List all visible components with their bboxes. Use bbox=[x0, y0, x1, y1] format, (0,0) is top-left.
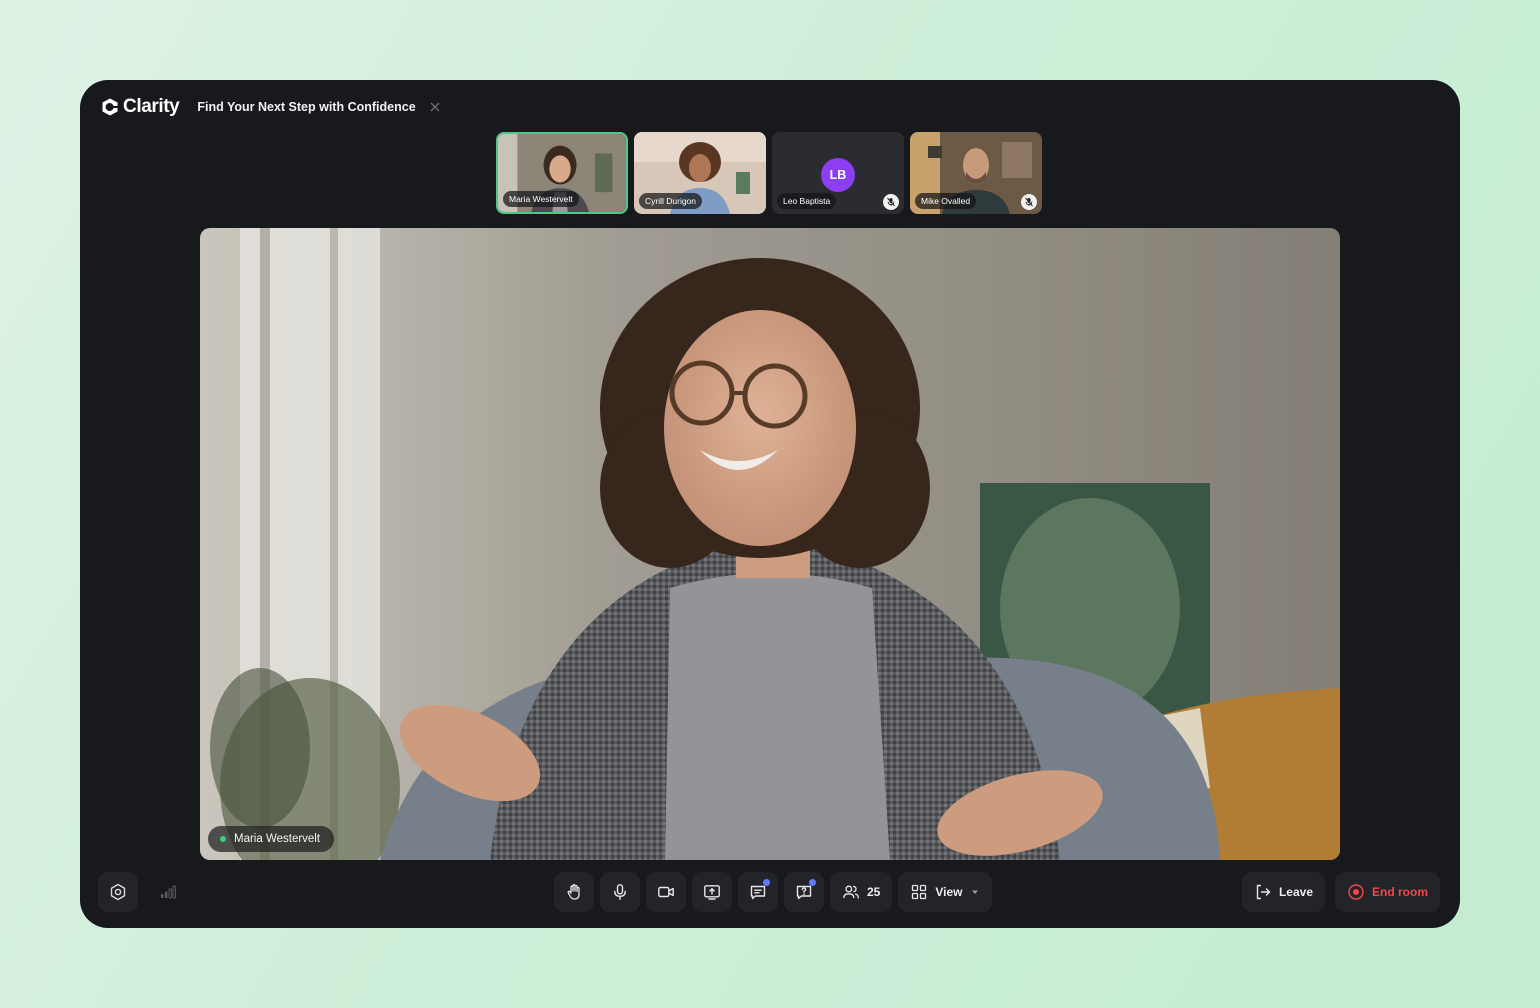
participant-tile-leo[interactable]: LB Leo Baptista bbox=[772, 132, 904, 214]
microphone-icon bbox=[614, 884, 626, 900]
call-toolbar: 25 View Leave End room bbox=[80, 872, 1460, 912]
meeting-window: Clarity Find Your Next Step with Confide… bbox=[80, 80, 1460, 928]
share-screen-button[interactable] bbox=[692, 872, 732, 912]
connection-quality-button[interactable] bbox=[148, 872, 188, 912]
end-room-button[interactable]: End room bbox=[1335, 872, 1440, 912]
participant-strip: Maria Westervelt Cyrill Durigon LB Leo B… bbox=[496, 132, 1042, 214]
participant-name: Cyrill Durigon bbox=[639, 193, 703, 209]
microphone-button[interactable] bbox=[600, 872, 640, 912]
speaker-name-tag: Maria Westervelt bbox=[208, 826, 335, 852]
chat-button[interactable] bbox=[738, 872, 778, 912]
settings-button[interactable] bbox=[98, 872, 138, 912]
participant-name: Leo Baptista bbox=[777, 193, 837, 209]
raise-hand-icon bbox=[567, 884, 580, 900]
share-screen-icon bbox=[704, 885, 720, 900]
speaking-indicator bbox=[220, 836, 226, 842]
clarity-logo-icon bbox=[102, 98, 118, 116]
close-icon bbox=[430, 102, 440, 112]
leave-icon bbox=[1256, 884, 1271, 900]
avatar: LB bbox=[821, 158, 855, 192]
participant-tile-mike[interactable]: Mike Ovalled bbox=[910, 132, 1042, 214]
signal-strength-icon bbox=[161, 885, 176, 899]
view-label: View bbox=[935, 885, 963, 899]
notification-dot bbox=[763, 879, 770, 886]
main-speaker-video[interactable]: Maria Westervelt bbox=[200, 228, 1340, 860]
app-name: Clarity bbox=[123, 96, 180, 117]
app-logo[interactable]: Clarity bbox=[100, 96, 180, 118]
muted-badge bbox=[883, 194, 899, 210]
raise-hand-button[interactable] bbox=[554, 872, 594, 912]
caret-down-icon bbox=[971, 890, 978, 894]
participants-button[interactable]: 25 bbox=[830, 872, 893, 912]
speaker-name: Maria Westervelt bbox=[234, 833, 321, 845]
toolbar-left bbox=[98, 872, 188, 912]
participant-name: Mike Ovalled bbox=[915, 193, 977, 209]
header: Clarity Find Your Next Step with Confide… bbox=[100, 94, 442, 120]
toolbar-center: 25 View bbox=[554, 872, 992, 912]
meeting-title: Find Your Next Step with Confidence bbox=[197, 100, 416, 114]
participants-count: 25 bbox=[867, 885, 881, 899]
leave-label: Leave bbox=[1278, 885, 1313, 899]
close-title-button[interactable] bbox=[428, 100, 442, 114]
notification-dot bbox=[809, 879, 816, 886]
participant-tile-maria[interactable]: Maria Westervelt bbox=[496, 132, 628, 214]
settings-icon bbox=[110, 883, 126, 901]
record-stop-icon bbox=[1348, 884, 1364, 900]
grid-icon bbox=[912, 884, 927, 900]
microphone-off-icon bbox=[1025, 197, 1033, 207]
muted-badge bbox=[1021, 194, 1037, 210]
toolbar-right: Leave End room bbox=[1241, 872, 1440, 912]
participant-tile-cyrill[interactable]: Cyrill Durigon bbox=[634, 132, 766, 214]
users-icon bbox=[843, 885, 859, 899]
leave-button[interactable]: Leave bbox=[1241, 872, 1325, 912]
questions-button[interactable] bbox=[784, 872, 824, 912]
end-room-label: End room bbox=[1372, 885, 1428, 899]
camera-button[interactable] bbox=[646, 872, 686, 912]
view-dropdown[interactable]: View bbox=[898, 872, 992, 912]
speaker-video-frame bbox=[200, 228, 1340, 860]
camera-icon bbox=[658, 886, 674, 898]
microphone-off-icon bbox=[887, 197, 895, 207]
participant-name: Maria Westervelt bbox=[503, 191, 579, 207]
